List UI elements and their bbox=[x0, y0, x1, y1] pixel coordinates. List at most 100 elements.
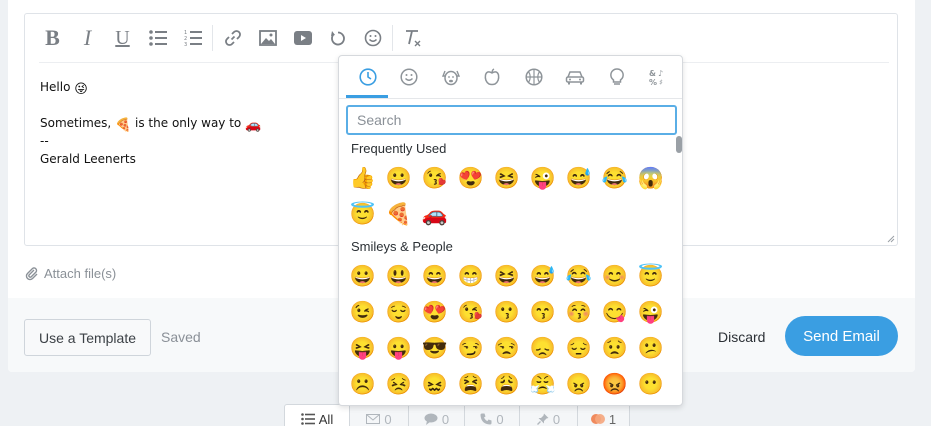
emoji-button[interactable] bbox=[355, 21, 390, 55]
smileys-emoji-item[interactable]: 😝 bbox=[345, 330, 381, 366]
underline-button[interactable]: U bbox=[105, 21, 140, 55]
smileys-emoji-item[interactable]: 😤 bbox=[525, 366, 561, 402]
smileys-emoji-item[interactable]: 😟 bbox=[597, 330, 633, 366]
link-button[interactable] bbox=[215, 21, 250, 55]
svg-text:♯: ♯ bbox=[659, 78, 663, 86]
smileys-emoji-item[interactable]: 😂 bbox=[561, 258, 597, 294]
food-icon bbox=[484, 68, 500, 86]
smileys-emoji-item[interactable]: 😍 bbox=[417, 294, 453, 330]
saved-status: Saved bbox=[161, 329, 201, 345]
activity-filter-tabs: All 0 0 0 0 1 bbox=[284, 404, 630, 426]
smileys-emoji-item[interactable]: 😔 bbox=[561, 330, 597, 366]
smileys-emoji-item[interactable]: 😉 bbox=[345, 294, 381, 330]
category-objects[interactable] bbox=[596, 56, 638, 98]
smileys-emoji-item[interactable]: 😫 bbox=[453, 366, 489, 402]
attach-files-link[interactable]: Attach file(s) bbox=[25, 266, 116, 281]
smileys-emoji-item[interactable]: 😡 bbox=[597, 366, 633, 402]
smileys-emoji-item[interactable]: 😜 bbox=[633, 294, 669, 330]
category-food[interactable] bbox=[472, 56, 514, 98]
frequent-emoji-item[interactable]: 🚗 bbox=[417, 196, 453, 232]
activity-icon bbox=[590, 413, 605, 425]
resize-handle-icon[interactable] bbox=[887, 235, 895, 243]
category-travel[interactable] bbox=[555, 56, 597, 98]
bullet-list-button[interactable] bbox=[140, 21, 175, 55]
smileys-emoji-item[interactable]: 😅 bbox=[525, 258, 561, 294]
smileys-emoji-item[interactable]: 😀 bbox=[345, 258, 381, 294]
smileys-emoji-item[interactable]: 😣 bbox=[381, 366, 417, 402]
undo-button[interactable] bbox=[320, 21, 355, 55]
category-animals[interactable] bbox=[430, 56, 472, 98]
smileys-emoji-item[interactable]: 😙 bbox=[525, 294, 561, 330]
tab-email[interactable]: 0 bbox=[350, 404, 409, 426]
smileys-emoji-item[interactable]: 😇 bbox=[633, 258, 669, 294]
emoji-search-input[interactable] bbox=[346, 105, 677, 135]
tab-all[interactable]: All bbox=[284, 404, 350, 426]
category-activities[interactable] bbox=[513, 56, 555, 98]
smileys-emoji-item[interactable]: 😚 bbox=[561, 294, 597, 330]
smileys-emoji-item[interactable]: 😩 bbox=[489, 366, 525, 402]
list-icon bbox=[300, 413, 315, 425]
category-smileys[interactable] bbox=[389, 56, 431, 98]
frequent-emoji-item[interactable]: 😍 bbox=[453, 160, 489, 196]
attach-label: Attach file(s) bbox=[44, 266, 117, 281]
toolbar-divider bbox=[392, 25, 393, 51]
email-body[interactable]: Hello 😜 Sometimes, 🍕 is the only way to … bbox=[40, 78, 261, 168]
smileys-emoji-item[interactable]: 😒 bbox=[489, 330, 525, 366]
smileys-emoji-item[interactable]: 😏 bbox=[453, 330, 489, 366]
smileys-emoji-item[interactable]: 😁 bbox=[453, 258, 489, 294]
smileys-emoji-item[interactable]: 😕 bbox=[633, 330, 669, 366]
tab-calls[interactable]: 0 bbox=[465, 404, 520, 426]
discard-button[interactable]: Discard bbox=[718, 329, 765, 345]
pin-icon bbox=[536, 413, 549, 425]
clear-format-button[interactable] bbox=[395, 21, 430, 55]
picker-scrollbar[interactable] bbox=[676, 136, 682, 153]
frequent-emoji-item[interactable]: 😆 bbox=[489, 160, 525, 196]
image-button[interactable] bbox=[250, 21, 285, 55]
svg-text:♪: ♪ bbox=[658, 69, 663, 78]
smileys-emoji-item[interactable]: 😠 bbox=[561, 366, 597, 402]
numbered-list-button[interactable]: 123 bbox=[175, 21, 210, 55]
smileys-emoji-item[interactable]: 😗 bbox=[489, 294, 525, 330]
smileys-emoji-item[interactable]: 😞 bbox=[525, 330, 561, 366]
category-divider bbox=[339, 98, 682, 99]
frequent-emoji-item[interactable]: 😂 bbox=[597, 160, 633, 196]
smileys-emoji-item[interactable]: 😋 bbox=[597, 294, 633, 330]
paperclip-icon bbox=[25, 266, 38, 280]
smileys-emoji-item[interactable]: 😖 bbox=[417, 366, 453, 402]
tab-chat[interactable]: 0 bbox=[409, 404, 465, 426]
use-template-button[interactable]: Use a Template bbox=[24, 319, 151, 356]
smileys-emoji-item[interactable]: ☹️ bbox=[345, 366, 381, 402]
body-line: Sometimes, 🍕 is the only way to 🚗 bbox=[40, 116, 262, 133]
smileys-emoji-item[interactable]: 😄 bbox=[417, 258, 453, 294]
italic-button[interactable]: I bbox=[70, 21, 105, 55]
frequent-emoji-item[interactable]: 🍕 bbox=[381, 196, 417, 232]
smileys-emoji-item[interactable]: 😆 bbox=[489, 258, 525, 294]
send-email-button[interactable]: Send Email bbox=[785, 316, 898, 356]
video-button[interactable] bbox=[285, 21, 320, 55]
bold-button[interactable]: B bbox=[35, 21, 70, 55]
link-icon bbox=[224, 30, 241, 46]
frequently-used-title: Frequently Used bbox=[351, 141, 447, 156]
chat-icon bbox=[424, 413, 438, 425]
category-symbols[interactable]: & ♪% ♯ bbox=[638, 56, 680, 98]
frequent-emoji-item[interactable]: 😜 bbox=[525, 160, 561, 196]
smileys-emoji-item[interactable]: 😶 bbox=[633, 366, 669, 402]
smileys-emoji-item[interactable]: 😊 bbox=[597, 258, 633, 294]
frequent-emoji-item[interactable]: 👍 bbox=[345, 160, 381, 196]
smileys-emoji-item[interactable]: 😌 bbox=[381, 294, 417, 330]
category-recent[interactable] bbox=[347, 56, 389, 98]
frequent-emoji-item[interactable]: 😘 bbox=[417, 160, 453, 196]
smileys-emoji-item[interactable]: 😎 bbox=[417, 330, 453, 366]
frequent-emoji-item[interactable]: 😀 bbox=[381, 160, 417, 196]
frequent-emoji-item[interactable]: 😅 bbox=[561, 160, 597, 196]
frequent-emoji-item[interactable]: 😱 bbox=[633, 160, 669, 196]
tab-pinned[interactable]: 0 bbox=[520, 404, 578, 426]
smileys-emoji-item[interactable]: 😘 bbox=[453, 294, 489, 330]
mail-icon bbox=[366, 414, 381, 424]
frequent-emoji-item[interactable]: 😇 bbox=[345, 196, 381, 232]
tab-activity[interactable]: 1 bbox=[578, 404, 630, 426]
smiley-icon bbox=[364, 29, 381, 47]
smileys-emoji-item[interactable]: 😛 bbox=[381, 330, 417, 366]
smileys-emoji-item[interactable]: 😃 bbox=[381, 258, 417, 294]
frequently-used-grid: 👍 😀 😘 😍 😆 😜 😅 😂 😱 😇 🍕 🚗 bbox=[345, 160, 669, 232]
